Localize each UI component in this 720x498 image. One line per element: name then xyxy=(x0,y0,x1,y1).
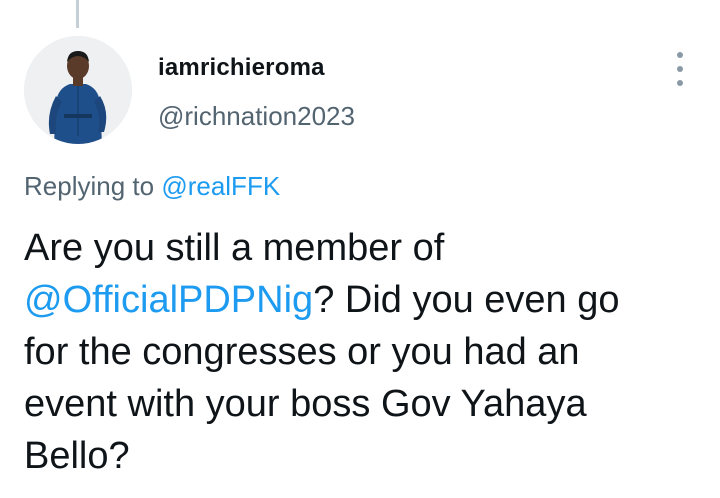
thread-connector-line xyxy=(76,0,79,28)
tweet-line: Bello? xyxy=(24,435,130,477)
author-display-name[interactable]: iamrichieroma xyxy=(158,54,325,82)
tweet-line: Are you still a member of xyxy=(24,227,445,269)
avatar[interactable] xyxy=(24,36,132,144)
tweet-text-fragment: ? Did you even go xyxy=(313,279,620,321)
author-handle[interactable]: @richnation2023 xyxy=(158,101,355,132)
person-photo-icon xyxy=(24,36,132,144)
ellipsis-dot xyxy=(677,80,683,86)
ellipsis-dot xyxy=(677,66,683,72)
tweet-body: Are you still a member of @OfficialPDPNi… xyxy=(24,222,714,482)
replying-to-line: Replying to @realFFK xyxy=(24,171,280,202)
tweet-line: for the congresses or you had an xyxy=(24,331,580,373)
ellipsis-dot xyxy=(677,52,683,58)
tweet-line: @OfficialPDPNig? Did you even go xyxy=(24,274,714,326)
mention-link[interactable]: @OfficialPDPNig xyxy=(24,279,313,321)
tweet-line: event with your boss Gov Yahaya xyxy=(24,383,587,425)
vertical-ellipsis-icon[interactable] xyxy=(668,52,692,86)
replying-to-prefix: Replying to xyxy=(24,171,155,201)
replying-to-mention-link[interactable]: @realFFK xyxy=(161,171,280,201)
